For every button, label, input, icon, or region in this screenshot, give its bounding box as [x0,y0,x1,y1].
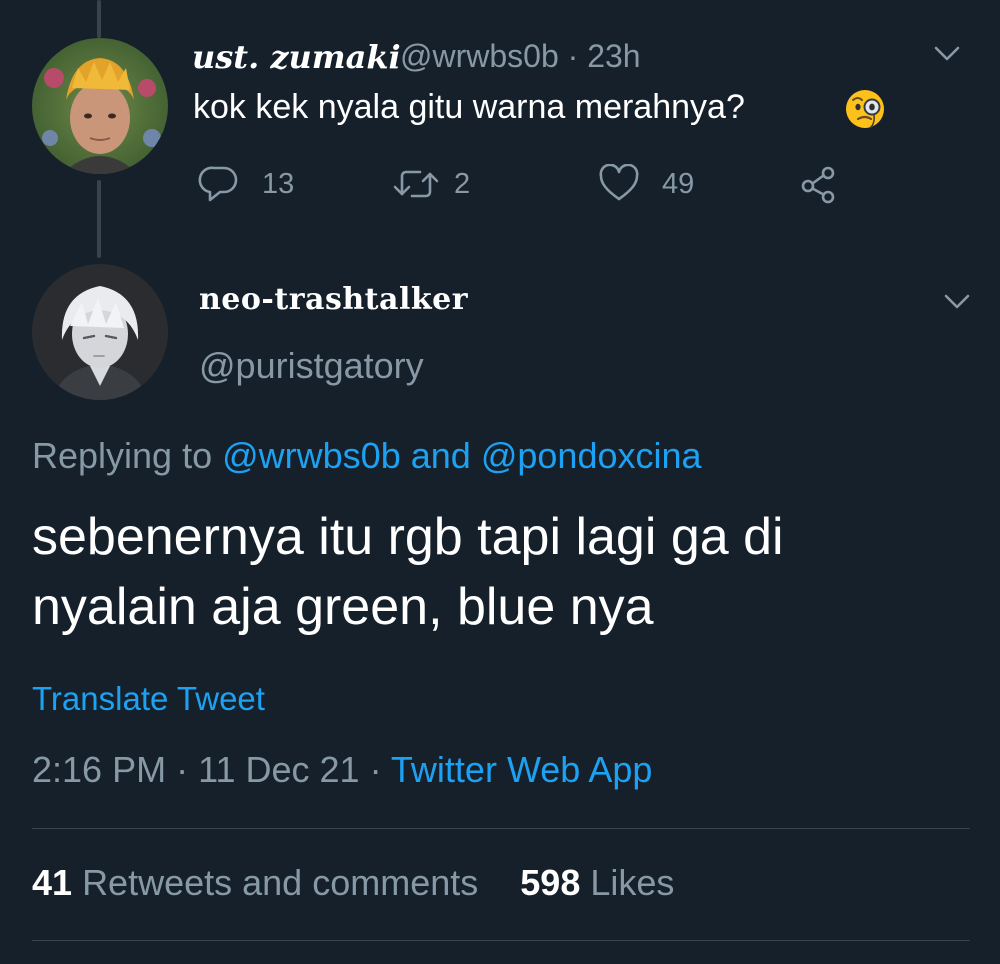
share-button[interactable] [798,160,840,208]
replying-prefix: Replying to [32,435,213,476]
user-avatar-image [32,38,168,174]
retweets-label: Retweets and comments [82,862,479,903]
tweet-meta: @wrwbs0b · 23h [400,38,641,75]
retweet-count: 2 [454,167,471,200]
retweets-stat[interactable]: 41 Retweets and comments [32,862,478,903]
user-avatar-image [32,264,168,400]
reply-button[interactable]: 13 [198,160,294,208]
retweet-icon [393,170,439,198]
meta-separator: · [567,38,579,74]
face-with-monocle-icon [846,90,884,129]
meta-separator: · [176,749,189,790]
divider [32,940,970,941]
mention-link[interactable]: @wrwbs0b [222,435,401,476]
display-name[interactable]: ust. zumaki [192,38,401,76]
tweet-date[interactable]: 11 Dec 21 [198,749,359,790]
chevron-down-icon[interactable] [944,294,970,310]
mention-link[interactable]: @pondoxcina [481,435,702,476]
likes-count: 598 [520,862,581,903]
like-count: 49 [662,167,695,200]
thread-line-bottom [97,180,101,258]
tweet-text: sebenernya itu rgb tapi lagi ga di nyala… [32,508,784,636]
avatar[interactable] [32,38,168,174]
heart-icon [599,164,639,201]
replying-conjunction[interactable]: and [411,435,471,476]
tweet-text: kok kek nyala gitu warna merahnya? [193,88,745,126]
meta-separator: · [369,749,382,790]
tweet-stats: 41 Retweets and comments 598 Likes [32,862,674,904]
user-handle[interactable]: @wrwbs0b [400,38,559,74]
likes-stat[interactable]: 598 Likes [520,862,674,903]
share-icon [801,166,835,204]
replying-to: Replying to @wrwbs0b and @pondoxcina [32,435,702,477]
tweet-time[interactable]: 2:16 PM [32,749,166,790]
user-handle[interactable]: @puristgatory [199,345,424,387]
likes-label: Likes [590,862,675,903]
display-name[interactable]: neo-trashtalker [199,282,468,317]
chevron-down-icon[interactable] [934,46,960,62]
tweet-source-link[interactable]: Twitter Web App [391,749,652,790]
tweet-time[interactable]: 23h [587,38,640,74]
divider [32,828,970,829]
retweet-button[interactable]: 2 [392,160,470,208]
tweet-timestamp: 2:16 PM · 11 Dec 21 · Twitter Web App [32,749,652,791]
avatar[interactable] [32,264,168,400]
reply-icon [198,166,238,202]
thread-line-top [97,0,101,38]
reply-count: 13 [262,167,295,200]
retweets-count: 41 [32,862,73,903]
translate-tweet-link[interactable]: Translate Tweet [32,680,265,718]
like-button[interactable]: 49 [598,160,694,208]
